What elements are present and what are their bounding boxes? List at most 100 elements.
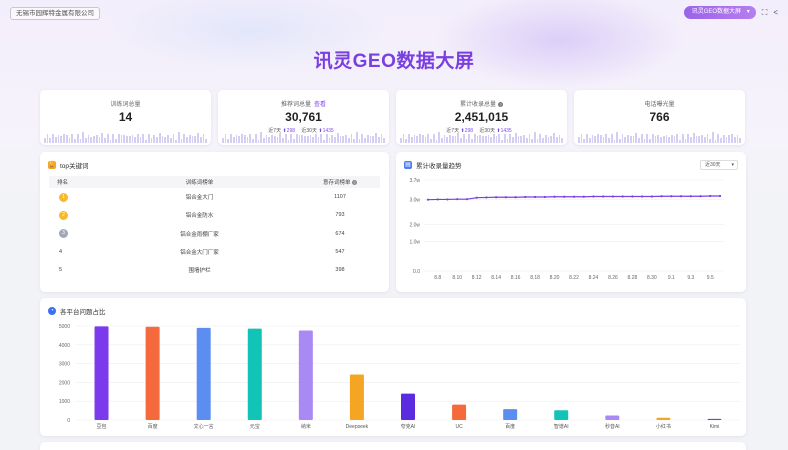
sparkline (44, 132, 208, 143)
column-header: 排名 (49, 176, 99, 188)
spark-bar (249, 134, 252, 143)
spark-bar (175, 139, 177, 143)
spark-bar (482, 136, 484, 143)
spark-bar (490, 136, 492, 143)
view-link[interactable]: 查看 (314, 102, 326, 108)
spark-bar (65, 134, 68, 143)
spark-bar (736, 134, 739, 143)
spark-bar (161, 135, 164, 143)
data-point (475, 196, 478, 199)
data-point (670, 195, 673, 198)
spark-bar (714, 139, 717, 143)
spark-bar (150, 138, 153, 143)
spark-bar (44, 138, 46, 143)
spark-bar (74, 139, 76, 143)
spark-bar (164, 136, 167, 143)
bar (298, 330, 313, 420)
spark-bar (473, 134, 476, 143)
x-tick-label: 9.1 (668, 275, 675, 281)
data-point (465, 198, 469, 201)
spark-bar (304, 136, 306, 143)
spark-bar (342, 136, 345, 143)
spark-bar (449, 135, 451, 143)
sparkline (222, 132, 386, 143)
x-tick-label: Kimi (710, 424, 720, 430)
spark-bar (717, 134, 720, 143)
x-tick-label: 秒音AI (605, 423, 620, 430)
fullscreen-icon[interactable]: ⛶ (762, 8, 768, 18)
spark-bar (85, 137, 87, 143)
data-point (456, 198, 459, 201)
spark-bar (421, 135, 424, 143)
spark-bar (238, 135, 241, 143)
data-point (436, 198, 439, 201)
spark-bar (553, 133, 555, 143)
spark-bar (235, 135, 238, 143)
spark-bar (503, 134, 506, 143)
spark-bar (76, 134, 79, 143)
rank-text: 4 (59, 249, 63, 256)
spark-bar (599, 135, 602, 143)
spark-bar (156, 136, 158, 143)
spark-bar (282, 138, 284, 143)
spark-bar (263, 138, 265, 143)
share-icon[interactable]: < (773, 8, 778, 17)
rank-cell: 1 (49, 188, 99, 206)
spark-bar (134, 137, 136, 143)
table-row: 5 围墙护栏 398 (49, 261, 380, 279)
spark-bar (60, 135, 63, 143)
data-point (689, 195, 692, 198)
spark-bar (492, 134, 495, 143)
spark-bar (87, 134, 90, 143)
stat-label: 累计收录总量 (459, 102, 496, 108)
table-row: 2 铝合金防水 793 (49, 206, 380, 224)
stat-value: 14 (118, 110, 133, 124)
screen-select-dropdown[interactable]: 讯灵GEO数据大屏 ▾ (683, 6, 756, 19)
stat-value: 30,761 (285, 110, 322, 124)
spark-bar (205, 138, 208, 143)
spark-bar (555, 136, 558, 143)
spark-bar (509, 134, 512, 143)
data-point (602, 195, 605, 198)
x-tick-label: 8.12 (472, 275, 482, 281)
y-tick-label: 2.0w (409, 222, 420, 228)
sparkline (578, 132, 742, 143)
spark-bar (684, 138, 687, 143)
word-cell: 铝合金防水 (185, 213, 214, 220)
spark-bar (709, 138, 711, 143)
spark-bar (320, 134, 323, 143)
spark-bar (451, 135, 454, 143)
bar (503, 409, 518, 420)
spark-bar (252, 138, 254, 143)
bar (554, 410, 569, 420)
rank-cell: 5 (49, 261, 99, 279)
stat-card-phone-exposure: 电话曝光量 766 (574, 90, 745, 145)
spark-bar (416, 136, 419, 143)
spark-bar (243, 134, 246, 143)
spark-bar (435, 139, 438, 143)
spark-bar (544, 134, 547, 143)
x-tick-label: 8.24 (589, 275, 599, 281)
spark-bar (446, 136, 449, 143)
spark-bar (520, 136, 523, 143)
spark-bar (49, 138, 52, 143)
spark-bar (476, 135, 479, 143)
spark-bar (145, 139, 147, 143)
spark-bar (646, 134, 649, 143)
x-tick-label: 纳米 (301, 423, 311, 430)
y-tick-label: 1.0w (409, 239, 420, 245)
spark-bar (621, 134, 624, 143)
help-icon[interactable]: ? (498, 102, 503, 107)
spark-bar (158, 133, 161, 143)
spark-bar (410, 137, 413, 143)
y-tick-label: 5000 (59, 324, 70, 330)
spark-bar (528, 134, 531, 143)
data-point (718, 194, 722, 198)
bar (605, 415, 620, 420)
spark-bar (679, 139, 681, 143)
spark-bar (293, 138, 295, 143)
stat-value: 2,451,015 (454, 110, 509, 124)
rank-text: 5 (59, 267, 63, 274)
spark-bar (347, 137, 350, 143)
spark-bar (177, 132, 180, 143)
